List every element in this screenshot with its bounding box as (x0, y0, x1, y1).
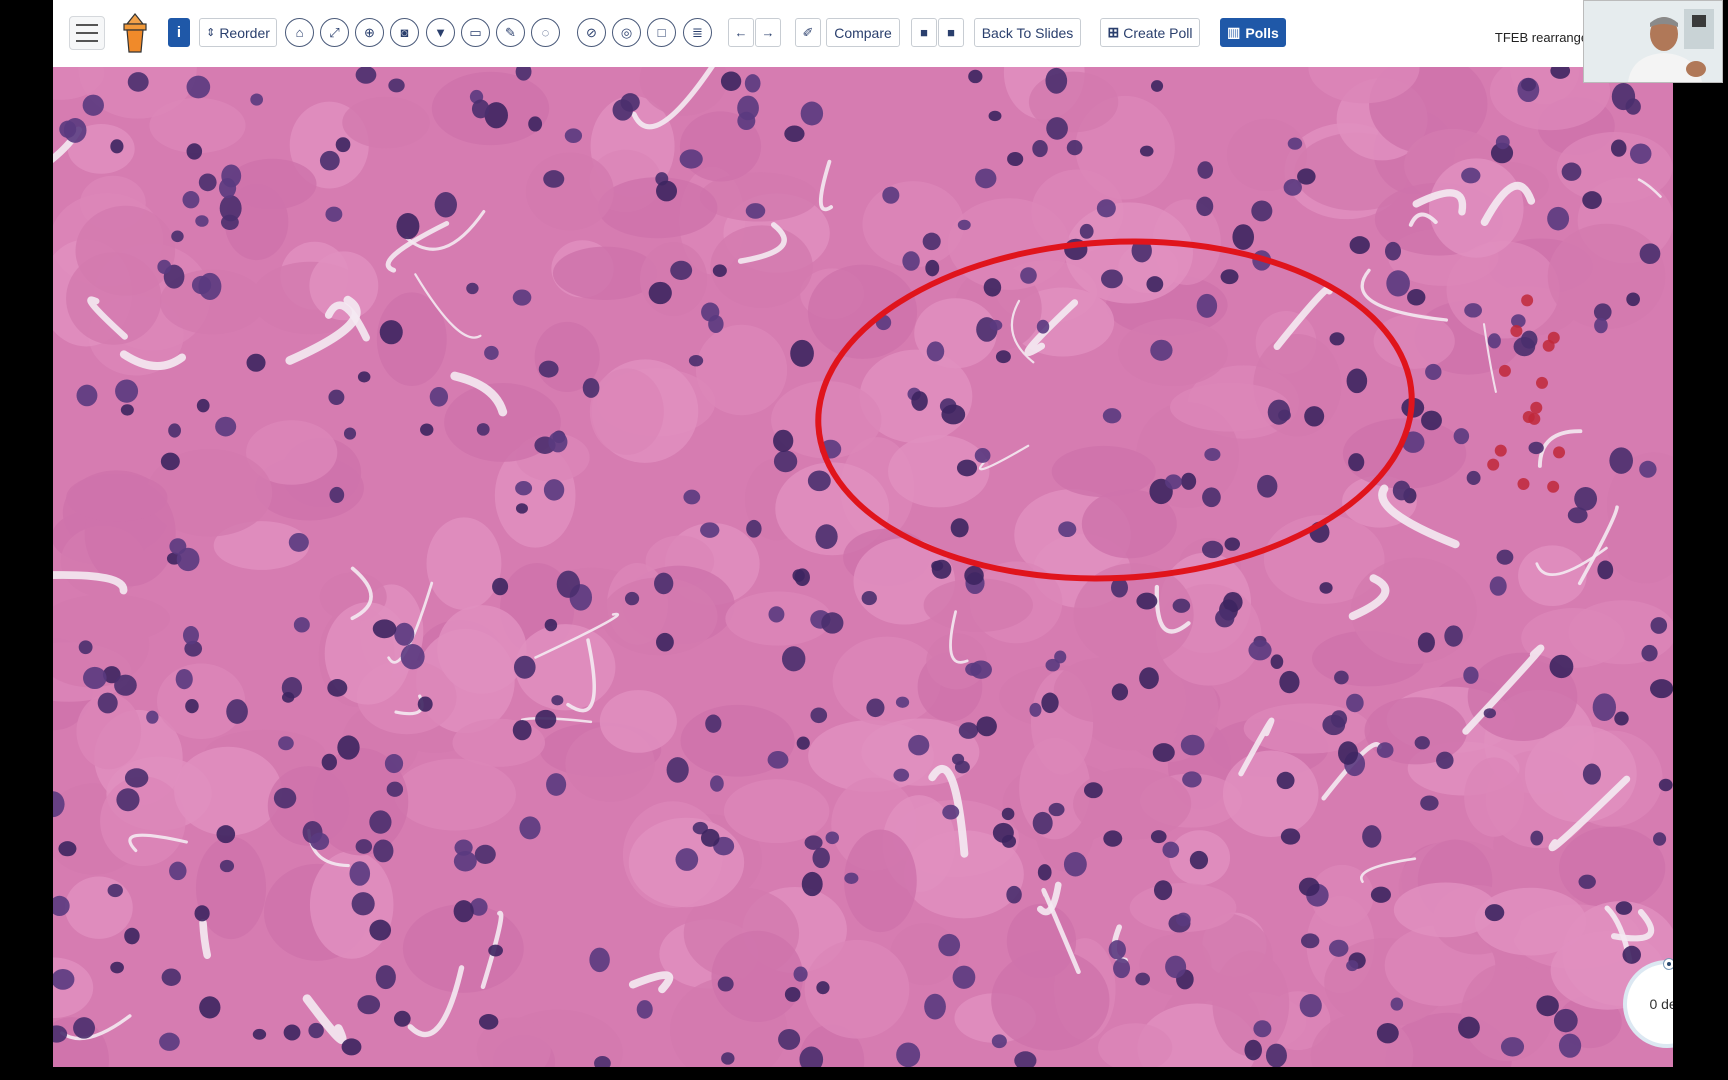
reorder-label: Reorder (219, 24, 270, 41)
compare-button[interactable]: Compare (826, 18, 900, 47)
stop-icon[interactable]: ■ (938, 18, 964, 47)
polls-button[interactable]: ▥ Polls (1220, 18, 1286, 47)
create-poll-label: Create Poll (1123, 24, 1193, 41)
zoom-icon[interactable]: ⊕ (355, 18, 384, 47)
polls-label: Polls (1245, 24, 1279, 41)
attach-icon[interactable]: ✐ (795, 18, 821, 47)
arrow-left-icon[interactable]: ← (728, 18, 754, 47)
presenter-webcam (1583, 0, 1723, 83)
measure-icon[interactable]: ⊘ (577, 18, 606, 47)
home-icon[interactable]: ⌂ (285, 18, 314, 47)
top-toolbar: i ⇕ Reorder ⌂ ⤢ ⊕ ◙ ▼ ▭ ✎ ◌ ⊘ ◎ □ ≣ ← → … (53, 0, 1673, 67)
arrow-right-icon[interactable]: → (755, 18, 781, 47)
filter-icon[interactable]: ▼ (426, 18, 455, 47)
rotation-label: 0 deg (1649, 996, 1673, 1012)
slide-canvas[interactable]: 0 deg (53, 67, 1673, 1067)
video-icon[interactable]: ■ (911, 18, 937, 47)
camera-icon[interactable]: ◙ (390, 18, 419, 47)
pencil-icon[interactable]: ✎ (496, 18, 525, 47)
sort-icon: ⇕ (206, 27, 216, 39)
slide-viewer-app: i ⇕ Reorder ⌂ ⤢ ⊕ ◙ ▼ ▭ ✎ ◌ ⊘ ◎ □ ≣ ← → … (53, 0, 1673, 1067)
hamburger-menu-icon[interactable] (69, 16, 105, 50)
expand-icon[interactable]: ⤢ (320, 18, 349, 47)
rotation-handle[interactable] (1663, 958, 1673, 970)
histology-tissue-image (53, 67, 1673, 1067)
square-icon[interactable]: □ (647, 18, 676, 47)
presenter-video-feed (1584, 1, 1722, 82)
create-poll-button[interactable]: ⊞ Create Poll (1100, 18, 1200, 47)
lasso-icon[interactable]: ◌ (531, 18, 560, 47)
monitor-icon[interactable]: ▭ (461, 18, 490, 47)
presenter-podium-icon[interactable] (119, 12, 151, 54)
info-button[interactable]: i (168, 18, 190, 47)
plus-square-icon: ⊞ (1107, 24, 1120, 40)
target-icon[interactable]: ◎ (612, 18, 641, 47)
reorder-button[interactable]: ⇕ Reorder (199, 18, 277, 47)
bar-chart-icon: ▥ (1227, 24, 1241, 40)
list-icon[interactable]: ≣ (683, 18, 712, 47)
back-to-slides-button[interactable]: Back To Slides (974, 18, 1081, 47)
